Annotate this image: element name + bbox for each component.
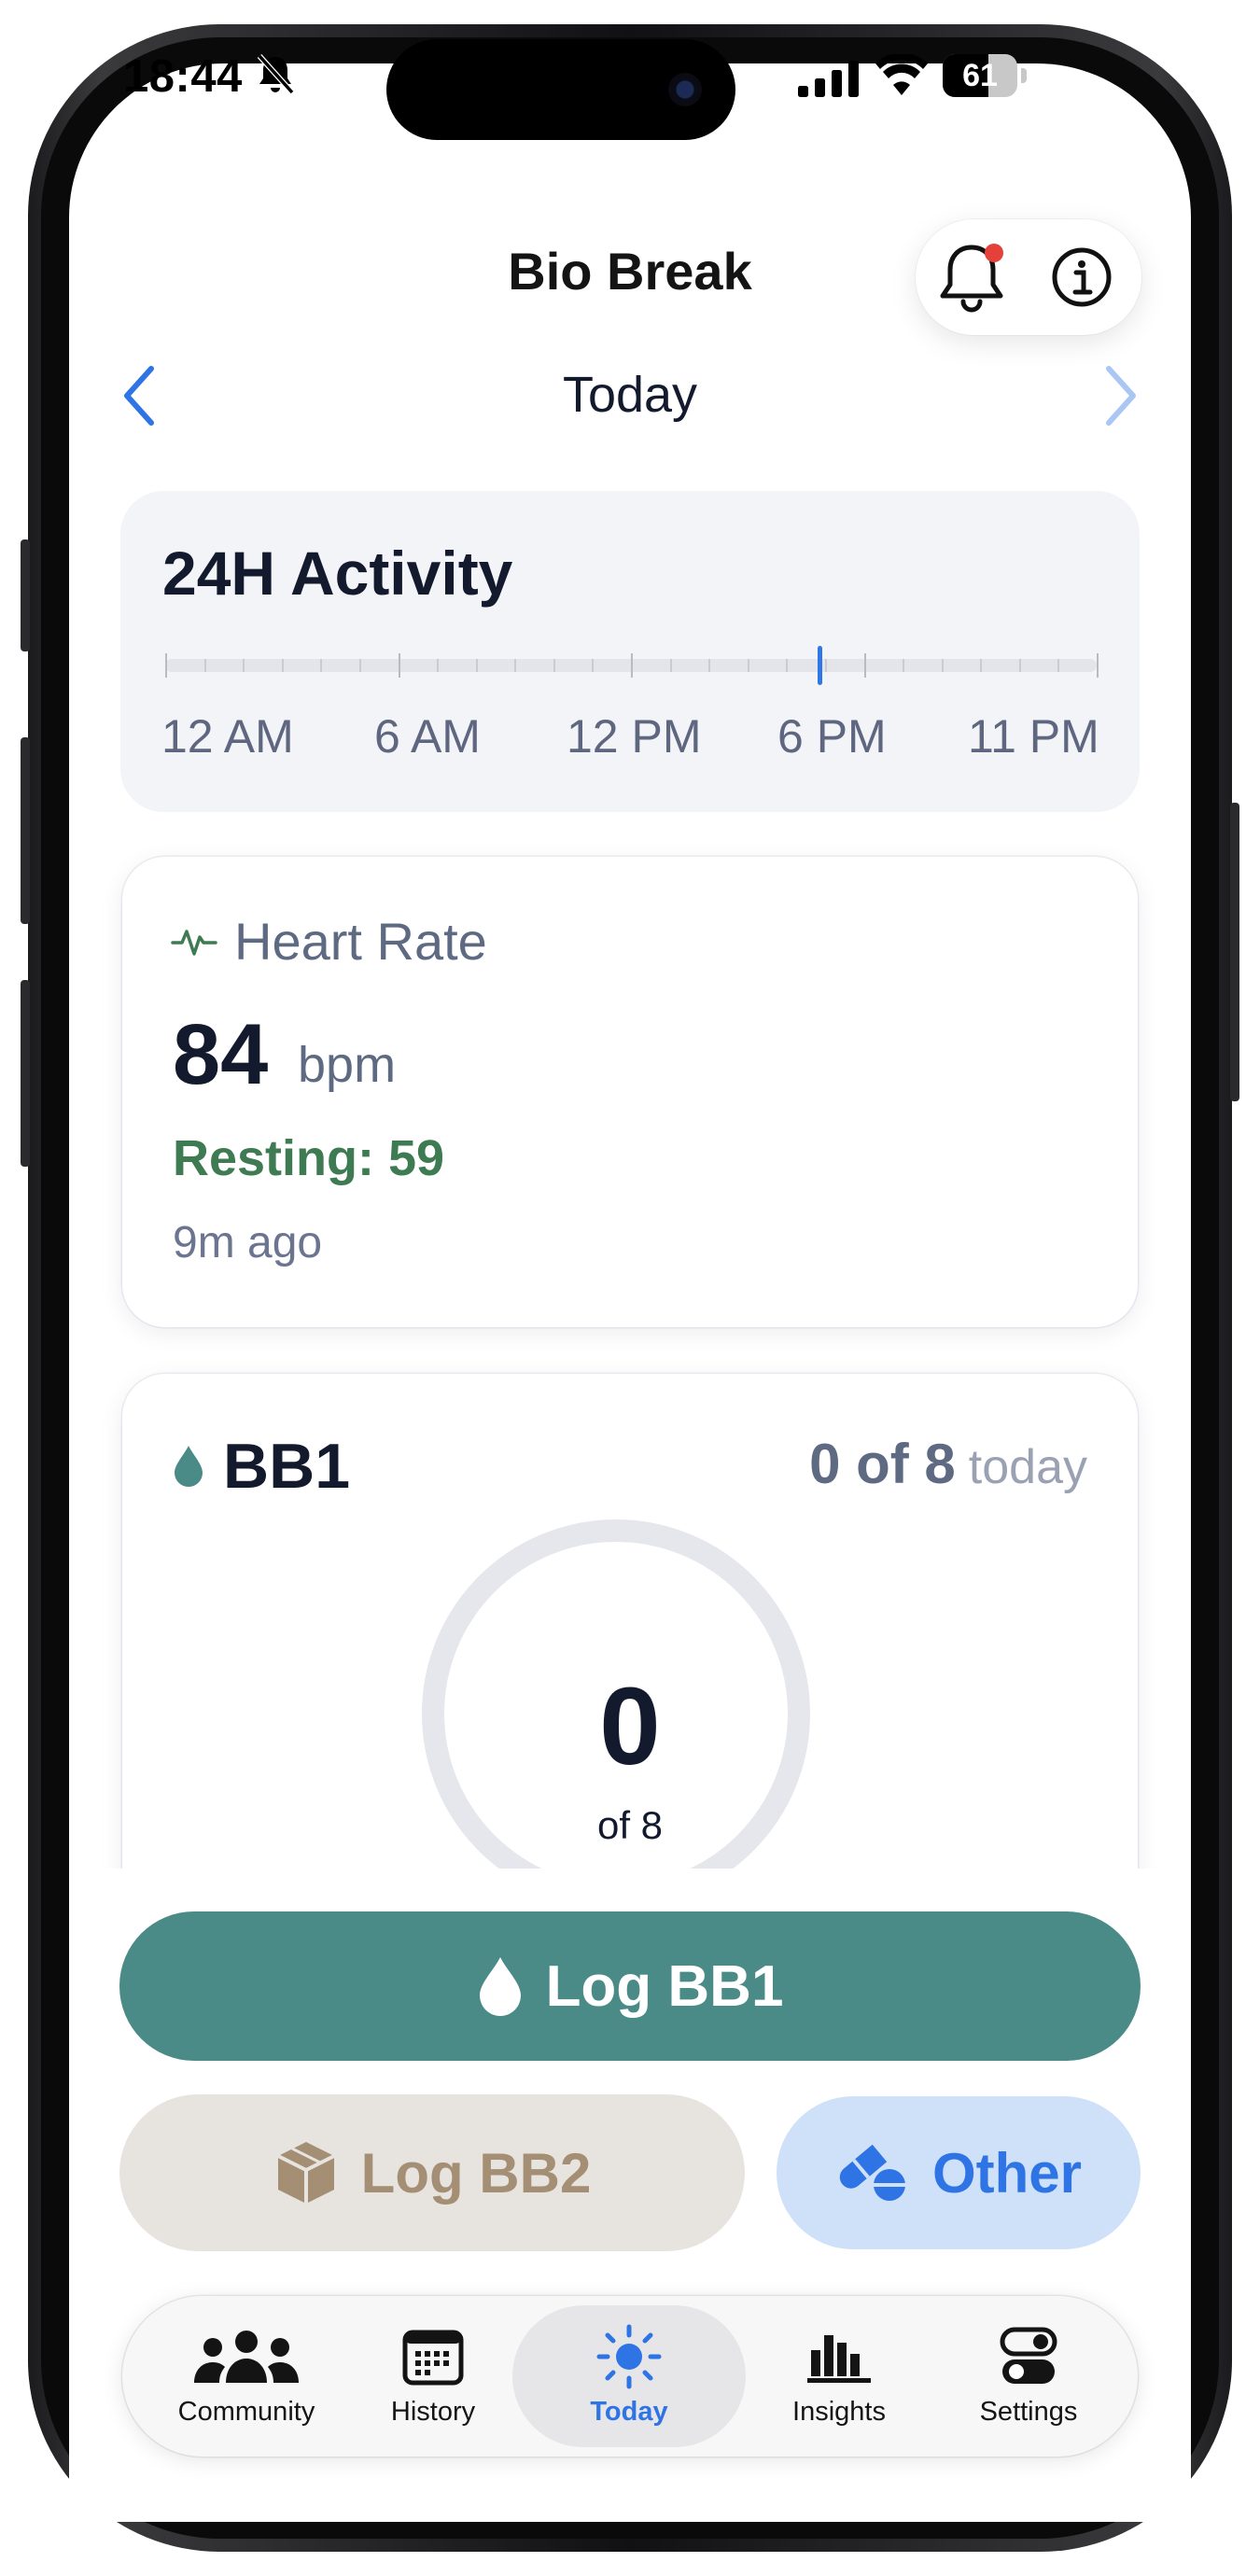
tab-bar: Community History Today Insights Setting… [122, 2296, 1138, 2457]
heart-pulse-icon [171, 929, 217, 956]
droplet-icon [479, 1957, 521, 2016]
log-bb2-button[interactable]: Log BB2 [119, 2094, 745, 2251]
current-time-marker [818, 646, 822, 685]
timeline-tick [1057, 659, 1059, 672]
timeline-tick [514, 659, 516, 672]
people-icon [194, 2330, 299, 2383]
power-button [1230, 803, 1239, 1101]
timeline-tick [631, 653, 633, 678]
info-button[interactable] [1044, 240, 1119, 315]
tab-label: Community [177, 2396, 315, 2427]
tab-label: Insights [792, 2396, 886, 2427]
toggles-icon [1000, 2327, 1057, 2384]
battery-level: 61 [962, 58, 998, 93]
time-label: 6 PM [777, 710, 887, 763]
timeline-tick [204, 659, 206, 672]
status-time: 18:44 [123, 51, 243, 102]
activity-card[interactable]: 24H Activity 12 AM 6 AM 12 PM 6 PM 11 PM [120, 491, 1140, 812]
other-button[interactable]: Other [777, 2096, 1141, 2249]
bb1-ring-goal: of 8 [596, 1803, 664, 1847]
timeline-tick [476, 659, 478, 672]
tab-label: History [390, 2396, 476, 2427]
bb1-ring-value: 0 [599, 1665, 661, 1788]
time-label: 12 PM [567, 710, 702, 763]
activity-timeline [165, 646, 1099, 685]
droplet-icon [175, 1446, 203, 1487]
timeline-tick [748, 659, 749, 672]
info-icon [1052, 247, 1112, 307]
heart-rate-value: 84 [173, 1007, 269, 1102]
bb1-count-value: 0 of 8 [809, 1433, 956, 1495]
timeline-tick [437, 659, 439, 672]
chevron-right-icon [1106, 366, 1136, 426]
log-bb1-label: Log BB1 [545, 1953, 784, 2019]
timeline-tick [1097, 653, 1099, 678]
timeline-tick [399, 653, 400, 678]
bar-chart-icon [807, 2334, 871, 2383]
timeline-tick [786, 659, 788, 672]
tab-label: Settings [979, 2396, 1078, 2427]
timeline-tick [864, 653, 866, 678]
pills-icon [839, 2144, 906, 2201]
volume-up-button [21, 737, 30, 924]
tab-community[interactable]: Community [150, 2305, 343, 2447]
wifi-icon [875, 54, 928, 95]
time-label: 6 AM [374, 710, 481, 763]
activity-title: 24H Activity [162, 539, 513, 608]
header-actions [916, 219, 1141, 335]
front-camera [668, 73, 702, 106]
timeline-tick [592, 659, 594, 672]
date-label: Today [562, 367, 698, 423]
time-label: 12 AM [161, 710, 294, 763]
heart-rate-title: Heart Rate [234, 912, 487, 971]
resting-heart-rate: Resting: 59 [173, 1130, 445, 1186]
timeline-tick [1019, 659, 1021, 672]
cube-icon [276, 2142, 335, 2204]
signal-icon [798, 61, 859, 97]
timeline-tick [708, 659, 710, 672]
bb1-daily-count: 0 of 8 today [809, 1432, 1087, 1496]
timeline-tick [320, 659, 322, 672]
timeline-tick [670, 659, 672, 672]
timeline-tick [903, 659, 904, 672]
bell-slash-icon [257, 53, 295, 95]
bb1-count-suffix: today [968, 1440, 1087, 1494]
timeline-tick [359, 659, 361, 672]
notifications-button[interactable] [934, 240, 1009, 315]
timeline-tick [243, 659, 245, 672]
heart-rate-unit: bpm [298, 1037, 397, 1093]
silent-switch [21, 539, 30, 651]
timeline-tick [553, 659, 555, 672]
timeline-tick [942, 659, 944, 672]
other-label: Other [931, 2141, 1083, 2205]
tab-label: Today [590, 2396, 668, 2427]
dynamic-island [386, 39, 735, 140]
timeline-tick [825, 659, 827, 672]
timeline-tick [165, 653, 167, 678]
log-bb2-label: Log BB2 [360, 2141, 592, 2205]
tab-today[interactable]: Today [512, 2305, 746, 2447]
bb1-title: BB1 [223, 1431, 351, 1502]
timeline-tick [980, 659, 982, 672]
timeline-tick [282, 659, 284, 672]
heart-rate-card[interactable]: Heart Rate 84 bpm Resting: 59 9m ago [122, 857, 1138, 1327]
next-day-button[interactable] [1094, 358, 1146, 433]
sun-icon [596, 2324, 662, 2388]
time-label: 11 PM [968, 710, 1099, 763]
calendar-icon [402, 2330, 464, 2385]
volume-down-button [21, 980, 30, 1167]
heart-rate-updated: 9m ago [173, 1218, 323, 1267]
battery-icon: 61 [943, 54, 1027, 97]
tab-insights[interactable]: Insights [743, 2305, 935, 2447]
tab-history[interactable]: History [337, 2305, 529, 2447]
log-bb1-button[interactable]: Log BB1 [119, 1911, 1141, 2061]
notification-badge [985, 244, 1003, 262]
tab-settings[interactable]: Settings [932, 2305, 1125, 2447]
